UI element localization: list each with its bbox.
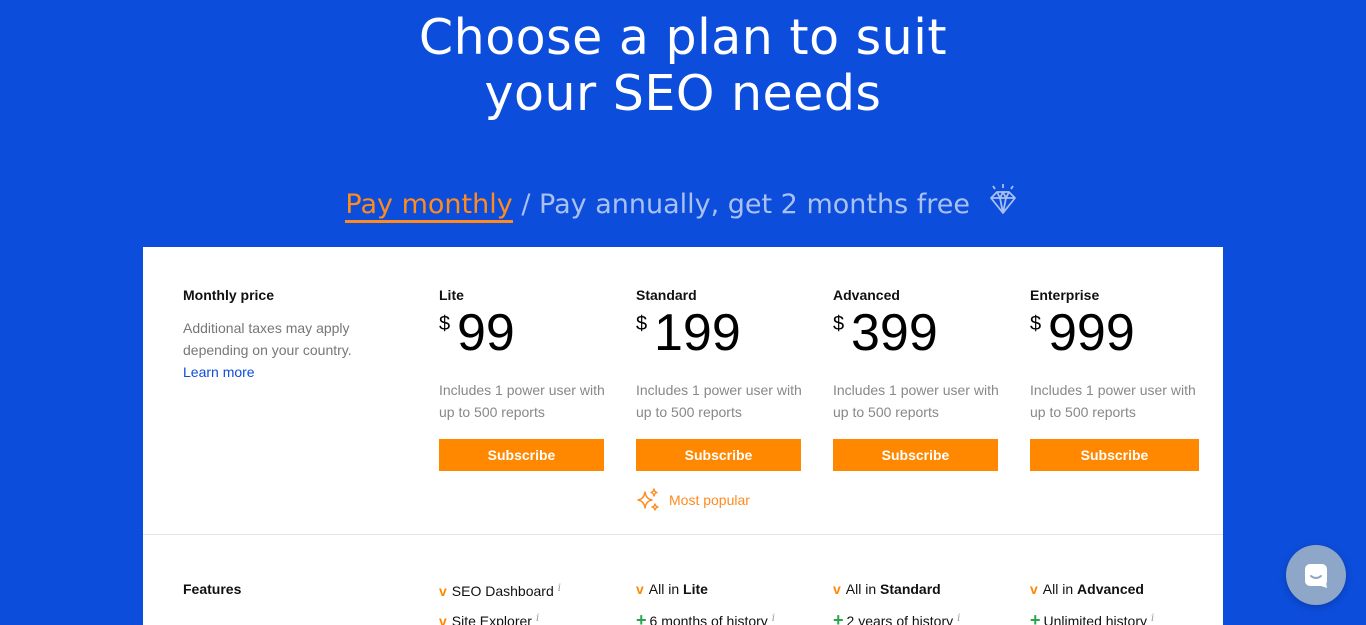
subscribe-button-standard[interactable]: Subscribe bbox=[636, 439, 801, 471]
feature-label: SEO Dashboard bbox=[451, 583, 554, 599]
plan-description: Includes 1 power user with up to 500 rep… bbox=[439, 382, 605, 420]
pricing-card: Monthly price Additional taxes may apply… bbox=[143, 247, 1223, 625]
all-in-plan: Advanced bbox=[1077, 581, 1144, 597]
all-in-plan: Standard bbox=[880, 581, 941, 597]
features-lite: v SEO Dashboard i v Site Explorer i bbox=[439, 581, 619, 625]
plan-advanced: Advanced $ 399 Includes 1 power user wit… bbox=[833, 287, 1003, 471]
plan-price: $ 199 bbox=[636, 304, 806, 367]
all-in-prefix: All in bbox=[845, 581, 877, 597]
most-popular-badge: Most popular bbox=[635, 487, 750, 513]
sparkle-icon bbox=[637, 488, 659, 511]
price-amount: 999 bbox=[1048, 304, 1135, 362]
feature-item: +6 months of history i bbox=[636, 611, 816, 625]
features-advanced: v All in Standard +2 years of history i bbox=[833, 581, 1013, 625]
title-line-1: Choose a plan to suit bbox=[418, 9, 948, 66]
currency-symbol: $ bbox=[1030, 313, 1042, 335]
chat-icon bbox=[1305, 564, 1327, 588]
info-icon[interactable]: i bbox=[1151, 613, 1154, 624]
price-amount: 399 bbox=[851, 304, 938, 362]
feature-label: Site Explorer bbox=[451, 613, 532, 625]
feature-label: 2 years of history bbox=[846, 613, 954, 625]
all-in-plan: Lite bbox=[683, 581, 708, 597]
plan-name: Lite bbox=[439, 287, 464, 303]
features-standard: v All in Lite +6 months of history i bbox=[636, 581, 816, 625]
plan-price: $ 999 bbox=[1030, 304, 1200, 367]
info-icon[interactable]: i bbox=[957, 613, 960, 624]
price-amount: 199 bbox=[654, 304, 741, 362]
section-divider bbox=[143, 534, 1223, 535]
page-title: Choose a plan to suit your SEO needs bbox=[0, 10, 1366, 122]
monthly-price-label: Monthly price Additional taxes may apply… bbox=[183, 287, 403, 383]
diamond-icon bbox=[985, 183, 1021, 219]
plus-icon: + bbox=[1030, 610, 1041, 625]
price-amount: 99 bbox=[457, 304, 515, 362]
plan-standard: Standard $ 199 Includes 1 power user wit… bbox=[636, 287, 806, 471]
billing-separator: / bbox=[521, 189, 531, 220]
check-icon: v bbox=[439, 583, 447, 599]
learn-more-link[interactable]: Learn more bbox=[183, 361, 255, 383]
subscribe-button-lite[interactable]: Subscribe bbox=[439, 439, 604, 471]
feature-item: v All in Advanced bbox=[1030, 581, 1210, 611]
monthly-price-title: Monthly price bbox=[183, 287, 275, 303]
pay-annually-option[interactable]: Pay annually, get 2 months free bbox=[539, 189, 970, 220]
tax-note: Additional taxes may apply depending on … bbox=[183, 320, 352, 358]
plan-price: $ 99 bbox=[439, 304, 609, 367]
feature-item: v All in Lite bbox=[636, 581, 816, 611]
plan-lite: Lite $ 99 Includes 1 power user with up … bbox=[439, 287, 609, 471]
feature-item: v SEO Dashboard i bbox=[439, 581, 619, 611]
feature-label: 6 months of history bbox=[649, 613, 768, 625]
all-in-prefix: All in bbox=[648, 581, 680, 597]
plan-price: $ 399 bbox=[833, 304, 1003, 367]
info-icon[interactable]: i bbox=[772, 613, 775, 624]
pay-monthly-option[interactable]: Pay monthly bbox=[345, 189, 513, 223]
currency-symbol: $ bbox=[636, 313, 648, 335]
all-in-prefix: All in bbox=[1042, 581, 1074, 597]
subscribe-button-advanced[interactable]: Subscribe bbox=[833, 439, 998, 471]
check-icon: v bbox=[439, 613, 447, 625]
feature-item: v Site Explorer i bbox=[439, 611, 619, 625]
currency-symbol: $ bbox=[439, 313, 451, 335]
most-popular-label: Most popular bbox=[669, 492, 750, 508]
plus-icon: + bbox=[833, 610, 844, 625]
plan-name: Advanced bbox=[833, 287, 900, 303]
title-line-2: your SEO needs bbox=[484, 65, 882, 122]
feature-item: +2 years of history i bbox=[833, 611, 1013, 625]
plan-description: Includes 1 power user with up to 500 rep… bbox=[636, 382, 802, 420]
plus-icon: + bbox=[636, 610, 647, 625]
billing-toggle: Pay monthly / Pay annually, get 2 months… bbox=[0, 183, 1366, 225]
check-icon: v bbox=[636, 581, 644, 597]
features-enterprise: v All in Advanced + Unlimited history i bbox=[1030, 581, 1210, 625]
plan-name: Enterprise bbox=[1030, 287, 1100, 303]
plan-description: Includes 1 power user with up to 500 rep… bbox=[1030, 382, 1196, 420]
plan-name: Standard bbox=[636, 287, 697, 303]
chat-button[interactable] bbox=[1286, 545, 1346, 605]
info-icon[interactable]: i bbox=[536, 613, 539, 624]
plan-description: Includes 1 power user with up to 500 rep… bbox=[833, 382, 999, 420]
subscribe-button-enterprise[interactable]: Subscribe bbox=[1030, 439, 1199, 471]
feature-item: + Unlimited history i bbox=[1030, 611, 1210, 625]
features-label: Features bbox=[183, 581, 242, 597]
info-icon[interactable]: i bbox=[558, 583, 561, 594]
currency-symbol: $ bbox=[833, 313, 845, 335]
check-icon: v bbox=[1030, 581, 1038, 597]
feature-label: Unlimited history bbox=[1043, 613, 1147, 625]
check-icon: v bbox=[833, 581, 841, 597]
feature-item: v All in Standard bbox=[833, 581, 1013, 611]
plan-enterprise: Enterprise $ 999 Includes 1 power user w… bbox=[1030, 287, 1200, 471]
